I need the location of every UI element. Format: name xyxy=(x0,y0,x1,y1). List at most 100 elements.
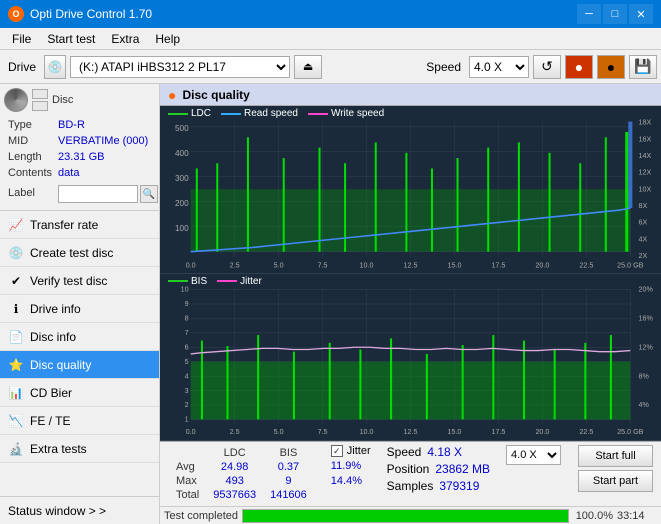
create-test-disc-label: Create test disc xyxy=(30,246,113,260)
speed-stat-value: 4.18 X xyxy=(427,445,462,459)
toolbar: Drive 💿 (K:) ATAPI iHBS312 2 PL17 ⏏ Spee… xyxy=(0,50,661,84)
jitter-max-value: 14.4% xyxy=(331,475,362,487)
jitter-max-row: 14.4% xyxy=(331,475,371,487)
start-full-button[interactable]: Start full xyxy=(578,445,653,467)
sidebar-item-drive-info[interactable]: ℹ Drive info xyxy=(0,295,159,323)
disc-quality-icon: ⭐ xyxy=(8,357,24,373)
verify-test-disc-label: Verify test disc xyxy=(30,274,107,288)
length-label: Length xyxy=(6,150,54,164)
max-label: Max xyxy=(170,475,205,487)
sidebar-item-extra-tests[interactable]: 🔬 Extra tests xyxy=(0,435,159,463)
drive-select[interactable]: (K:) ATAPI iHBS312 2 PL17 xyxy=(70,56,290,78)
disc-quality-header-icon: ● xyxy=(168,87,176,103)
disc-btn2[interactable] xyxy=(32,101,48,111)
title-bar-left: O Opti Drive Control 1.70 xyxy=(8,6,152,22)
max-ldc: 493 xyxy=(207,475,262,487)
ldc-color xyxy=(168,113,188,115)
bottom-chart-legend: BIS Jitter xyxy=(168,276,262,287)
drive-icon-btn[interactable]: 💿 xyxy=(44,55,66,79)
svg-text:1: 1 xyxy=(185,414,189,423)
label-browse-button[interactable]: 🔍 xyxy=(140,185,158,203)
avg-ldc: 24.98 xyxy=(207,461,262,473)
save-button[interactable]: 💾 xyxy=(629,55,657,79)
maximize-button[interactable]: □ xyxy=(603,4,627,24)
top-chart-svg: 500 400 300 200 100 18X 16X 14X 12X 10X … xyxy=(160,106,661,273)
svg-text:2: 2 xyxy=(185,399,189,408)
write-speed-color xyxy=(308,113,328,115)
svg-text:8X: 8X xyxy=(639,201,648,210)
speed-select[interactable]: 4.0 X 1.0 X 2.0 X 8.0 X xyxy=(469,56,529,78)
sidebar-item-cd-bier[interactable]: 📊 CD Bier xyxy=(0,379,159,407)
jitter-label: Jitter xyxy=(347,445,371,457)
cd-bier-label: CD Bier xyxy=(30,386,72,400)
title-controls: ─ □ ✕ xyxy=(577,4,653,24)
extra-tests-icon: 🔬 xyxy=(8,441,24,457)
length-value: 23.31 GB xyxy=(56,150,160,164)
jitter-stats: Jitter 11.9% 14.4% xyxy=(331,445,371,487)
close-button[interactable]: ✕ xyxy=(629,4,653,24)
sidebar-item-create-test-disc[interactable]: 💿 Create test disc xyxy=(0,239,159,267)
svg-text:17.5: 17.5 xyxy=(491,260,505,269)
sidebar-item-disc-quality[interactable]: ⭐ Disc quality xyxy=(0,351,159,379)
svg-text:0.0: 0.0 xyxy=(186,426,196,435)
svg-text:4: 4 xyxy=(185,371,189,380)
drive-label: Drive xyxy=(4,60,40,74)
settings-button2[interactable]: ● xyxy=(597,55,625,79)
stats-speed-select[interactable]: 4.0 X 1.0 X 2.0 X 8.0 X xyxy=(506,445,561,465)
avg-bis: 0.37 xyxy=(264,461,313,473)
label-input[interactable] xyxy=(58,185,138,203)
cd-bier-icon: 📊 xyxy=(8,385,24,401)
transfer-rate-label: Transfer rate xyxy=(30,218,98,232)
menu-help[interactable]: Help xyxy=(147,30,188,48)
jitter-checkbox[interactable] xyxy=(331,445,343,457)
sidebar-item-disc-info[interactable]: 📄 Disc info xyxy=(0,323,159,351)
speed-row: Speed 4.18 X xyxy=(387,445,490,459)
progress-bar-container: Test completed 100.0% 33:14 xyxy=(160,506,661,524)
jitter-legend: Jitter xyxy=(217,276,262,287)
status-window-button[interactable]: Status window > > xyxy=(0,496,159,524)
menu-file[interactable]: File xyxy=(4,30,39,48)
settings-button1[interactable]: ● xyxy=(565,55,593,79)
svg-text:400: 400 xyxy=(175,149,189,158)
label-label: Label xyxy=(6,182,54,204)
jitter-color xyxy=(217,280,237,282)
svg-text:20.0: 20.0 xyxy=(535,426,549,435)
sidebar-item-fe-te[interactable]: 📉 FE / TE xyxy=(0,407,159,435)
sidebar-item-verify-test-disc[interactable]: ✔ Verify test disc xyxy=(0,267,159,295)
stats-col-ldc: LDC xyxy=(207,447,262,459)
jitter-check-row: Jitter xyxy=(331,445,371,457)
disc-quality-header: ● Disc quality xyxy=(160,84,661,106)
progress-bar-inner xyxy=(243,510,568,522)
menu-start-test[interactable]: Start test xyxy=(39,30,103,48)
stats-col-bis: BIS xyxy=(264,447,313,459)
bis-color xyxy=(168,280,188,282)
extra-tests-label: Extra tests xyxy=(30,442,87,456)
disc-icon xyxy=(4,88,28,112)
drive-info-icon: ℹ xyxy=(8,301,24,317)
speed-stat-label: Speed xyxy=(387,445,422,459)
svg-text:10X: 10X xyxy=(639,184,652,193)
position-label: Position xyxy=(387,462,430,476)
fe-te-icon: 📉 xyxy=(8,413,24,429)
disc-info-label: Disc info xyxy=(30,330,76,344)
bis-label: BIS xyxy=(191,276,207,287)
sidebar-item-transfer-rate[interactable]: 📈 Transfer rate xyxy=(0,211,159,239)
disc-btn1[interactable] xyxy=(32,89,48,99)
start-part-button[interactable]: Start part xyxy=(578,470,653,492)
svg-text:2X: 2X xyxy=(639,251,648,260)
svg-text:9: 9 xyxy=(185,298,189,307)
eject-button[interactable]: ⏏ xyxy=(294,55,322,79)
svg-text:8%: 8% xyxy=(639,371,650,380)
jitter-label: Jitter xyxy=(240,276,262,287)
svg-text:0.0: 0.0 xyxy=(186,260,196,269)
fe-te-label: FE / TE xyxy=(30,414,70,428)
disc-info-table: Type BD-R MID VERBATIMe (000) Length 23.… xyxy=(4,116,162,206)
type-value: BD-R xyxy=(56,118,160,132)
type-label: Type xyxy=(6,118,54,132)
action-buttons: Start full Start part xyxy=(578,445,653,492)
minimize-button[interactable]: ─ xyxy=(577,4,601,24)
refresh-button[interactable]: ↺ xyxy=(533,55,561,79)
menu-extra[interactable]: Extra xyxy=(103,30,147,48)
label-row: 🔍 xyxy=(58,185,158,203)
svg-text:100: 100 xyxy=(175,224,189,233)
